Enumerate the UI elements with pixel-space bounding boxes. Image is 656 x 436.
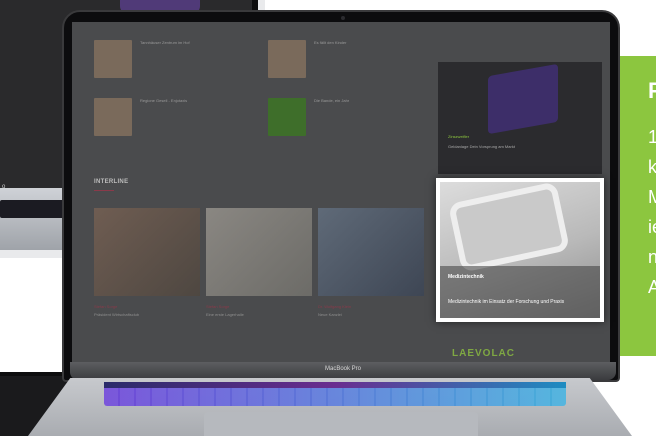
article-item[interactable]: Die Bande, ein Jahr [268,98,404,136]
photo-caption-text: Eine erste Lagerhalle [206,312,244,317]
photo-card-image[interactable] [318,208,424,296]
featured-text: Medizintechnik im Einsatz der Forschung … [448,299,565,305]
trackpad [204,412,478,436]
article-title: Die Bande, ein Jahr [314,98,350,103]
side-card-line: ie [648,217,656,237]
article-title: Es fällt den Kinder [314,40,347,45]
article-thumbnail [94,98,132,136]
article-item[interactable]: Tannhäuser Zentrum im Hof [94,40,230,78]
photo-caption-text: Präsident Wirtschaftsclub [94,312,140,317]
photo-caption-label: Stefan Sorge [206,304,230,309]
side-card-lines: 1 k M ie n A [648,122,656,302]
article-title: Tannhäuser Zentrum im Hof [140,40,190,45]
laptop-model-label: MacBook Pro [324,366,361,372]
side-card-line: n [648,247,656,267]
featured-card[interactable]: Medizintechnik Medizintechnik im Einsatz… [436,178,604,322]
photo-caption-text: Neue Kanzlei [318,312,342,317]
sponsor-logo[interactable]: LAEVOLAC [452,348,515,359]
ad-category: Zinszweifler [448,134,470,139]
green-side-card: P 1 k M ie n A [620,56,656,356]
featured-category: Medizintechnik [448,274,484,280]
side-card-title: P [648,78,656,103]
photo-caption-label: Dr. Wolfgang Klein [318,304,352,309]
photo-caption[interactable]: Stefan Sorge Präsident Wirtschaftsclub [94,304,198,318]
featured-image: Medizintechnik Medizintechnik im Einsatz… [440,181,600,318]
ad-text: Geldanlage Dein Vorsprung am Markt [448,144,515,149]
article-thumbnail [268,40,306,78]
side-card-line: k [648,157,656,177]
photo-card-image[interactable] [94,208,200,296]
article-title: Regione Gesell - Enjotaxis [140,98,188,103]
photo-caption[interactable]: Stefan Sorge Eine erste Lagerhalle [206,304,310,318]
side-card-line: M [648,187,656,207]
photo-caption[interactable]: Dr. Wolfgang Klein Neue Kanzlei [318,304,422,318]
ad-box[interactable]: Zinszweifler Geldanlage Dein Vorsprung a… [438,62,602,174]
device-illustration [447,181,571,273]
article-thumbnail [268,98,306,136]
article-item[interactable]: Regione Gesell - Enjotaxis [94,98,230,136]
laptop-hinge: MacBook Pro [70,362,616,380]
side-card-line: 1 [648,127,656,147]
section-underline [94,190,114,191]
photo-card-image[interactable] [206,208,312,296]
touch-bar [104,382,566,388]
side-card-line: A [648,277,656,297]
section-title: INTERLINE [94,179,129,185]
rear-laptop-label: o [2,184,6,190]
article-thumbnail [94,40,132,78]
box-illustration [488,63,558,135]
article-item[interactable]: Es fällt den Kinder [268,40,404,78]
product-mockup: o P 1 k M ie n A Tannhäuser Zentrum im H… [0,0,656,436]
photo-caption-label: Stefan Sorge [94,304,118,309]
camera-icon [341,16,345,20]
